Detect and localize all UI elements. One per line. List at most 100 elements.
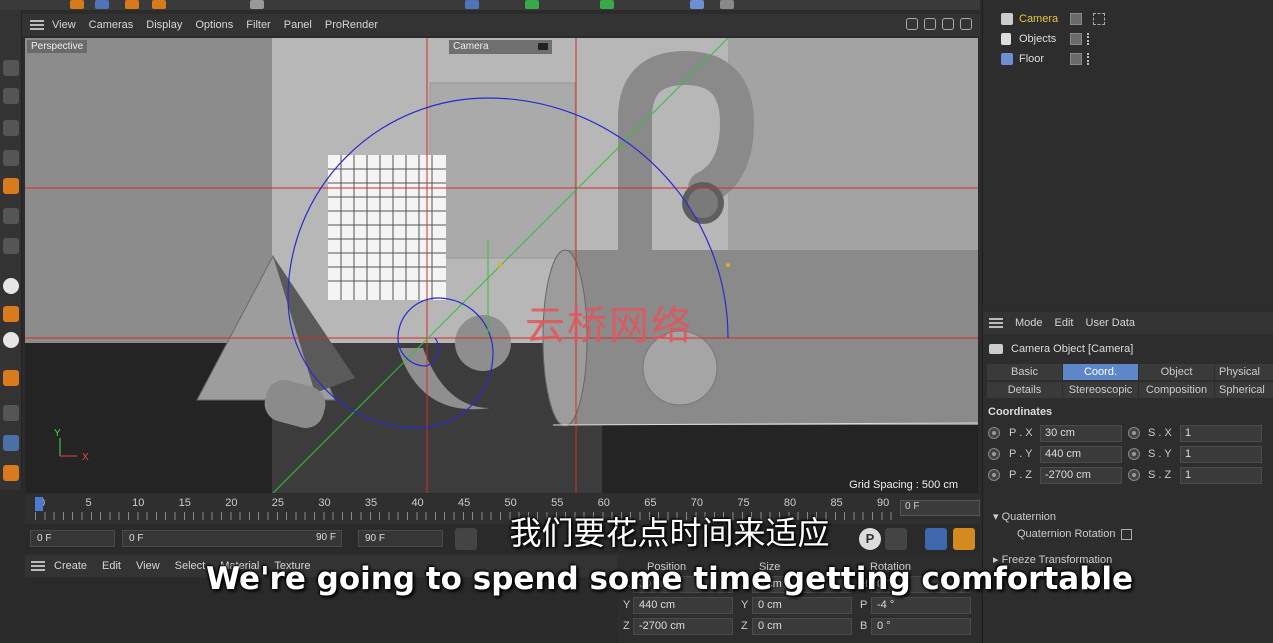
- rot-b-field[interactable]: 0 °: [871, 618, 971, 635]
- camera-object-icon: [989, 344, 1003, 355]
- object-row-objects[interactable]: Objects: [983, 29, 1273, 49]
- viewport-navigation: [906, 18, 972, 30]
- render-icon[interactable]: [250, 0, 264, 9]
- pos-z-field[interactable]: -2700 cm: [633, 618, 733, 635]
- tab-coord[interactable]: Coord.: [1063, 364, 1139, 380]
- menu-prorender[interactable]: ProRender: [325, 19, 378, 31]
- layer-flag-icon[interactable]: [1070, 33, 1082, 45]
- lock-icon[interactable]: [3, 370, 19, 386]
- rotate-tool-icon[interactable]: [152, 0, 166, 9]
- s-z-field[interactable]: 1: [1180, 467, 1262, 484]
- menu-cameras[interactable]: Cameras: [89, 19, 134, 31]
- tab-stereoscopic[interactable]: Stereoscopic: [1063, 382, 1139, 398]
- snap-icon[interactable]: [3, 278, 19, 294]
- undo-icon[interactable]: [70, 0, 84, 9]
- s-y-label: S . Y: [1148, 448, 1172, 460]
- object-name[interactable]: Camera: [1019, 13, 1058, 25]
- object-name[interactable]: Objects: [1019, 33, 1056, 45]
- s-x-label: S . X: [1148, 427, 1172, 439]
- menu-edit-attr[interactable]: Edit: [1055, 317, 1074, 329]
- anim-radio-icon[interactable]: [988, 448, 1000, 460]
- layer-flag-icon[interactable]: [1070, 13, 1082, 25]
- pos-y-field[interactable]: 440 cm: [633, 597, 733, 614]
- visibility-dots-icon[interactable]: [1087, 33, 1093, 45]
- object-row-floor[interactable]: Floor: [983, 49, 1273, 69]
- grid-icon[interactable]: [3, 435, 19, 451]
- snap-settings-icon[interactable]: [3, 306, 19, 322]
- camera-tool-icon[interactable]: [720, 0, 734, 9]
- maximize-icon[interactable]: [960, 18, 972, 30]
- attributes-menu-bar: Mode Edit User Data: [983, 312, 1273, 334]
- p-z-field[interactable]: -2700 cm: [1040, 467, 1122, 484]
- tab-basic[interactable]: Basic: [987, 364, 1063, 380]
- edge-mode-icon[interactable]: [3, 150, 19, 166]
- menu-display[interactable]: Display: [146, 19, 182, 31]
- move-tool-icon[interactable]: [95, 0, 109, 9]
- tab-details[interactable]: Details: [987, 382, 1063, 398]
- size-y-field[interactable]: 0 cm: [752, 597, 852, 614]
- p-x-field[interactable]: 30 cm: [1040, 425, 1122, 442]
- attributes-menu-icon[interactable]: [989, 318, 1003, 328]
- layer-flag-icon[interactable]: [1070, 53, 1082, 65]
- dolly-icon[interactable]: [924, 18, 936, 30]
- solo-icon[interactable]: [3, 405, 19, 421]
- s-z-label: S . Z: [1148, 469, 1172, 481]
- visibility-dots-icon[interactable]: [1087, 53, 1093, 65]
- s-y-field[interactable]: 1: [1180, 446, 1262, 463]
- attributes-title: Camera Object [Camera]: [989, 343, 1133, 355]
- tab-composition[interactable]: Composition: [1139, 382, 1215, 398]
- cube-icon[interactable]: [465, 0, 479, 9]
- tab-physical[interactable]: Physical: [1215, 364, 1273, 380]
- p-z-label: P . Z: [1009, 469, 1033, 481]
- anim-radio-icon[interactable]: [988, 469, 1000, 481]
- watermark-text: 云桥网络: [525, 303, 693, 349]
- grid-plane: [328, 155, 446, 300]
- p-x-label: P . X: [1009, 427, 1033, 439]
- object-manager: Camera Objects Floor: [982, 0, 1273, 308]
- perspective-viewport[interactable]: Perspective Camera 云桥网络 Y X Grid Spacing…: [25, 38, 978, 493]
- floor-icon[interactable]: [690, 0, 704, 9]
- p-y-label: P . Y: [1009, 448, 1033, 460]
- camera-label-text: Camera: [453, 41, 489, 52]
- point-mode-icon[interactable]: [3, 120, 19, 136]
- anim-radio-icon[interactable]: [1128, 469, 1140, 481]
- menu-view[interactable]: View: [52, 19, 76, 31]
- tab-object[interactable]: Object: [1139, 364, 1215, 380]
- rot-p-field[interactable]: -4 °: [871, 597, 971, 614]
- object-row-camera[interactable]: Camera: [983, 9, 1273, 29]
- menu-panel[interactable]: Panel: [284, 19, 312, 31]
- polygon-mode-icon[interactable]: [3, 178, 19, 194]
- pan-icon[interactable]: [906, 18, 918, 30]
- main-toolbar: [0, 0, 980, 10]
- camera-tag-icon[interactable]: [1093, 13, 1105, 25]
- generator-icon[interactable]: [525, 0, 539, 9]
- sphere: [455, 315, 511, 371]
- anim-radio-icon[interactable]: [1128, 448, 1140, 460]
- deformer-icon[interactable]: [600, 0, 614, 9]
- tab-spherical[interactable]: Spherical: [1215, 382, 1273, 398]
- texture-mode-icon[interactable]: [3, 88, 19, 104]
- viewport-scene: [25, 38, 978, 493]
- menu-filter[interactable]: Filter: [246, 19, 270, 31]
- menu-mode[interactable]: Mode: [1015, 317, 1043, 329]
- viewport-menu-icon[interactable]: [30, 20, 44, 30]
- null-object-icon: [1001, 33, 1011, 45]
- size-z-field[interactable]: 0 cm: [752, 618, 852, 635]
- axis-mode-icon[interactable]: [3, 208, 19, 224]
- menu-user-data[interactable]: User Data: [1086, 317, 1136, 329]
- scale-tool-icon[interactable]: [125, 0, 139, 9]
- s-x-field[interactable]: 1: [1180, 425, 1262, 442]
- attributes-title-text: Camera Object [Camera]: [1011, 343, 1134, 355]
- object-name[interactable]: Floor: [1019, 53, 1044, 65]
- tweak-icon[interactable]: [3, 465, 19, 481]
- workplane-icon[interactable]: [3, 238, 19, 254]
- camera-label[interactable]: Camera: [449, 40, 552, 54]
- hook-end: [682, 182, 724, 224]
- model-mode-icon[interactable]: [3, 60, 19, 76]
- quantize-icon[interactable]: [3, 332, 19, 348]
- anim-radio-icon[interactable]: [988, 427, 1000, 439]
- orbit-icon[interactable]: [942, 18, 954, 30]
- anim-radio-icon[interactable]: [1128, 427, 1140, 439]
- p-y-field[interactable]: 440 cm: [1040, 446, 1122, 463]
- menu-options[interactable]: Options: [195, 19, 233, 31]
